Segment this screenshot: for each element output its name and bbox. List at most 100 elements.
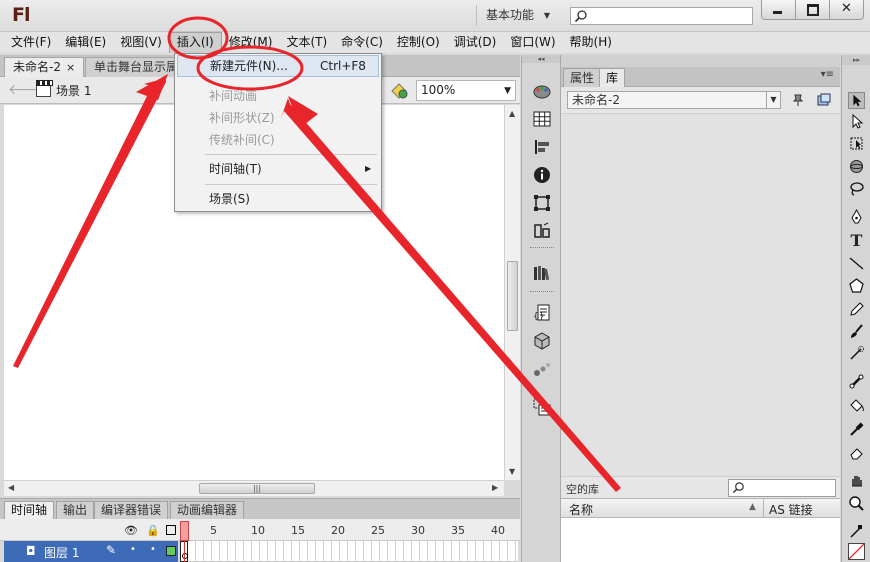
tab-library[interactable]: 库 (599, 68, 626, 87)
menu-edit[interactable]: 编辑(E) (58, 32, 113, 53)
free-transform-tool-icon[interactable] (848, 135, 865, 152)
scene-breadcrumb[interactable]: 场景 1 (56, 82, 91, 99)
polygon-tool-icon[interactable] (848, 277, 865, 294)
deco-tool-icon[interactable] (848, 345, 865, 362)
paint-bucket-tool-icon[interactable] (848, 397, 865, 414)
library-item-list[interactable] (561, 518, 840, 562)
lock-dot[interactable]: • (150, 544, 156, 555)
zoom-tool-icon[interactable] (848, 495, 865, 512)
color-palette-icon[interactable] (532, 81, 552, 101)
motion-presets-icon[interactable] (532, 359, 552, 379)
scroll-left-icon[interactable]: ◀ (8, 483, 14, 492)
tools-collapse-grip[interactable]: ▸▸ (842, 55, 870, 65)
menu-item-label: 新建元件(N)... (210, 59, 288, 73)
menu-debug[interactable]: 调试(D) (447, 32, 504, 53)
zoom-select[interactable]: 100% ▼ (416, 80, 516, 101)
menu-insert[interactable]: 插入(I) (168, 32, 222, 53)
tab-output[interactable]: 输出 (56, 501, 95, 520)
tab-properties[interactable]: 属性 (563, 68, 602, 87)
panel-top-grip[interactable] (561, 55, 840, 67)
menu-file[interactable]: 文件(F) (4, 32, 58, 53)
scroll-right-icon[interactable]: ▶ (492, 483, 498, 492)
stage-horizontal-scrollbar[interactable]: ◀ ||| ▶ (4, 480, 504, 496)
maximize-button[interactable] (796, 0, 830, 19)
info-icon[interactable] (532, 165, 552, 185)
menu-control[interactable]: 控制(O) (390, 32, 447, 53)
ruler-frame-number: 10 (251, 524, 265, 537)
panel-menu-icon[interactable]: ▾≡ (821, 69, 834, 80)
menu-modify[interactable]: 修改(M) (222, 32, 280, 53)
tab-motion-editor[interactable]: 动画编辑器 (170, 501, 245, 520)
workspace-switcher[interactable]: 基本功能 ▼ (476, 5, 562, 26)
layer-name[interactable]: 图层 1 (44, 544, 79, 561)
menu-item-scene[interactable]: 场景(S) (177, 188, 379, 210)
transform-icon[interactable] (532, 193, 552, 213)
text-tool-icon[interactable]: T (848, 232, 865, 249)
menu-item-shortcut: Ctrl+F8 (320, 59, 366, 73)
timeline-tab-bar: 时间轴 输出 编译器错误 动画编辑器 (0, 498, 520, 520)
new-library-panel-icon[interactable] (817, 93, 831, 107)
library-document-select[interactable]: 未命名-2 ▼ (567, 91, 781, 109)
subselection-tool-icon[interactable] (848, 113, 865, 130)
eraser-tool-icon[interactable] (848, 444, 865, 461)
3d-rotation-tool-icon[interactable] (848, 158, 865, 175)
pen-tool-icon[interactable] (848, 209, 865, 226)
pin-library-icon[interactable] (791, 93, 805, 107)
tab-untitled-2[interactable]: 未命名-2 × (4, 57, 84, 77)
library-column-header: 名称 ▲ AS 链接 (561, 498, 840, 518)
edit-symbols-icon[interactable] (390, 82, 410, 100)
swatches-grid-icon[interactable] (532, 109, 552, 129)
horizontal-scroll-thumb[interactable]: ||| (199, 483, 315, 494)
scene-panel-icon[interactable] (532, 221, 552, 241)
layer-outline-color[interactable] (166, 546, 176, 556)
lasso-tool-icon[interactable] (848, 180, 865, 197)
menu-item-shape-tween: 补间形状(Z) (209, 111, 275, 125)
library-search-input[interactable] (728, 479, 836, 497)
fill-color-icon[interactable] (848, 543, 865, 560)
menu-bar: 文件(F) 编辑(E) 视图(V) 插入(I) 修改(M) 文本(T) 命令(C… (0, 32, 870, 53)
menu-commands[interactable]: 命令(C) (334, 32, 390, 53)
menu-help[interactable]: 帮助(H) (563, 32, 619, 53)
outline-icon[interactable] (166, 525, 176, 535)
line-tool-icon[interactable] (848, 255, 865, 272)
playhead[interactable] (180, 521, 189, 541)
tools-panel: ▸▸ T (841, 55, 870, 562)
eye-icon[interactable]: 👁 (124, 524, 138, 537)
menu-item-new-symbol[interactable]: 新建元件(N)... Ctrl+F8 (177, 55, 379, 77)
close-tab-icon[interactable]: × (66, 61, 75, 74)
actions-script-icon[interactable]: {} (532, 303, 552, 323)
selection-tool-icon[interactable] (848, 92, 865, 109)
column-linkage-header[interactable]: AS 链接 (769, 501, 813, 518)
scroll-up-icon[interactable]: ▲ (509, 109, 515, 118)
column-name-header[interactable]: 名称 (569, 501, 593, 518)
stage-vertical-scrollbar[interactable]: ▲ ▼ (504, 105, 520, 480)
library-books-icon[interactable] (532, 263, 552, 283)
library-toolbar: 未命名-2 ▼ (561, 87, 840, 113)
menu-view[interactable]: 视图(V) (113, 32, 169, 53)
components-icon[interactable] (532, 331, 552, 351)
lock-icon[interactable]: 🔒 (146, 524, 160, 537)
timeline-frames[interactable] (188, 541, 518, 562)
pencil-tool-icon[interactable] (848, 301, 865, 318)
history-icon[interactable] (532, 397, 552, 417)
close-window-button[interactable]: ✕ (830, 0, 863, 19)
hand-tool-icon[interactable] (848, 472, 865, 489)
menu-text[interactable]: 文本(T) (279, 32, 334, 53)
align-icon[interactable] (532, 137, 552, 157)
menu-window[interactable]: 窗口(W) (503, 32, 562, 53)
tab-timeline[interactable]: 时间轴 (4, 501, 55, 520)
minimize-button[interactable] (762, 0, 796, 19)
brush-tool-icon[interactable] (848, 323, 865, 340)
menu-item-timeline[interactable]: 时间轴(T) ▶ (177, 158, 379, 180)
timeline-header: 👁 🔒 1 5 10 15 20 25 30 35 40 (0, 519, 520, 541)
stroke-color-icon[interactable] (848, 523, 865, 540)
scroll-down-icon[interactable]: ▼ (509, 467, 515, 476)
layer-row[interactable]: ◘ 图层 1 ✎ • • (4, 541, 178, 562)
help-search-input[interactable] (570, 7, 753, 25)
visibility-dot[interactable]: • (130, 544, 136, 555)
panel-collapse-grip[interactable]: ◂◂ (522, 55, 560, 63)
vertical-scroll-thumb[interactable] (507, 261, 518, 331)
tab-compiler-errors[interactable]: 编译器错误 (94, 501, 169, 520)
eyedropper-tool-icon[interactable] (848, 421, 865, 438)
bone-tool-icon[interactable] (848, 373, 865, 390)
